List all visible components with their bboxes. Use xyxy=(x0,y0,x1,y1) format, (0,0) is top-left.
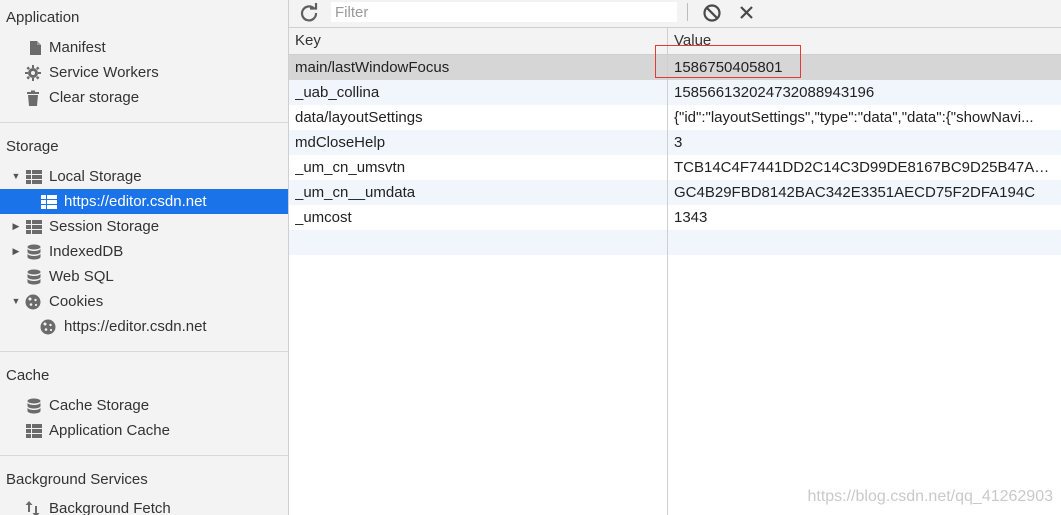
sidebar-item-session-storage[interactable]: ▶ Session Storage xyxy=(0,214,288,239)
cell-value[interactable]: {"id":"layoutSettings","type":"data","da… xyxy=(674,105,1054,130)
cell-key[interactable]: _um_cn__umdata xyxy=(295,180,661,205)
sidebar-item-label: https://editor.csdn.net xyxy=(64,318,207,335)
section-divider xyxy=(0,122,288,123)
sidebar-item-label: Cache Storage xyxy=(49,397,150,414)
sidebar-item-label: Cookies xyxy=(49,293,104,310)
grid-icon xyxy=(41,195,57,209)
sidebar-item-cookies[interactable]: ▼ Cookies xyxy=(0,289,288,314)
sidebar-item-service-workers[interactable]: Service Workers xyxy=(0,60,288,85)
toolbar-divider xyxy=(687,3,688,21)
delete-selected-icon[interactable] xyxy=(737,3,757,23)
table-row[interactable]: mdCloseHelp 3 xyxy=(289,130,1061,155)
cell-key[interactable]: _um_cn_umsvtn xyxy=(295,155,661,180)
refresh-icon[interactable] xyxy=(299,3,319,23)
section-heading-cache: Cache xyxy=(6,367,50,384)
sidebar-item-cookies-origin[interactable]: https://editor.csdn.net xyxy=(0,314,288,339)
sidebar-item-label: Service Workers xyxy=(49,64,159,81)
sidebar-item-label: Web SQL xyxy=(49,268,114,285)
cell-key[interactable]: mdCloseHelp xyxy=(295,130,661,155)
sidebar: Application Manifest Service Workers Cle… xyxy=(0,0,289,515)
document-icon xyxy=(30,41,41,55)
table-row[interactable]: _uab_collina 158566132024732088943196 xyxy=(289,80,1061,105)
sidebar-item-label: Manifest xyxy=(49,39,106,56)
cookie-icon xyxy=(25,294,41,310)
fetch-arrows-icon xyxy=(25,501,40,515)
sidebar-item-cache-storage[interactable]: Cache Storage xyxy=(0,393,288,418)
expand-arrow-right-icon[interactable]: ▶ xyxy=(11,239,21,264)
sidebar-item-label: Local Storage xyxy=(49,168,142,185)
cell-key[interactable]: _umcost xyxy=(295,205,661,230)
database-icon xyxy=(27,269,41,285)
table-row[interactable]: _umcost 1343 xyxy=(289,205,1061,230)
section-heading-background-services: Background Services xyxy=(6,471,148,488)
sidebar-item-manifest[interactable]: Manifest xyxy=(0,35,288,60)
sidebar-item-local-storage-origin[interactable]: https://editor.csdn.net xyxy=(0,189,288,214)
cookie-icon xyxy=(40,319,56,335)
cell-value[interactable]: GC4B29FBD8142BAC342E3351AECD75F2DFA194C xyxy=(674,180,1054,205)
cell-value[interactable]: 1343 xyxy=(674,205,1054,230)
sidebar-item-label: Session Storage xyxy=(49,218,160,235)
sidebar-item-clear-storage[interactable]: Clear storage xyxy=(0,85,288,110)
cell-value[interactable]: 3 xyxy=(674,130,1054,155)
sidebar-item-background-fetch[interactable]: Background Fetch xyxy=(0,496,288,515)
clear-all-icon[interactable] xyxy=(702,3,722,23)
cell-key[interactable]: _uab_collina xyxy=(295,80,661,105)
expand-arrow-down-icon[interactable]: ▼ xyxy=(11,289,21,314)
sidebar-item-label: IndexedDB xyxy=(49,243,124,260)
expand-arrow-down-icon[interactable]: ▼ xyxy=(11,164,21,189)
cell-key[interactable]: data/layoutSettings xyxy=(295,105,661,130)
expand-arrow-right-icon[interactable]: ▶ xyxy=(11,214,21,239)
table-row[interactable]: data/layoutSettings {"id":"layoutSetting… xyxy=(289,105,1061,130)
column-divider[interactable] xyxy=(667,28,668,515)
database-icon xyxy=(27,244,41,260)
grid-icon xyxy=(26,424,42,438)
table-row[interactable]: _um_cn__umdata GC4B29FBD8142BAC342E3351A… xyxy=(289,180,1061,205)
grid-icon xyxy=(26,220,42,234)
section-divider xyxy=(0,351,288,352)
filter-input[interactable] xyxy=(331,2,677,22)
section-heading-storage: Storage xyxy=(6,138,59,155)
storage-toolbar xyxy=(289,0,1061,28)
cell-value[interactable]: 158566132024732088943196 xyxy=(674,80,1054,105)
local-storage-table: Key Value main/lastWindowFocus 158675040… xyxy=(289,28,1061,515)
cell-value[interactable]: TCB14C4F7441DD2C14C3D99DE8167BC9D25B47AF… xyxy=(674,155,1054,180)
annotation-highlight-box xyxy=(655,45,801,78)
section-divider xyxy=(0,455,288,456)
cell-key[interactable]: main/lastWindowFocus xyxy=(295,55,661,80)
sidebar-item-application-cache[interactable]: Application Cache xyxy=(0,418,288,443)
sidebar-item-web-sql[interactable]: Web SQL xyxy=(0,264,288,289)
database-icon xyxy=(27,398,41,414)
table-row-empty[interactable] xyxy=(289,230,1061,255)
watermark: https://blog.csdn.net/qq_41262903 xyxy=(807,488,1053,505)
sidebar-item-indexeddb[interactable]: ▶ IndexedDB xyxy=(0,239,288,264)
trash-icon xyxy=(27,90,39,106)
gear-icon xyxy=(25,65,41,81)
column-header-key[interactable]: Key xyxy=(289,28,321,54)
section-heading-application: Application xyxy=(6,9,80,26)
table-row[interactable]: _um_cn_umsvtn TCB14C4F7441DD2C14C3D99DE8… xyxy=(289,155,1061,180)
sidebar-item-local-storage[interactable]: ▼ Local Storage xyxy=(0,164,288,189)
sidebar-item-label: Background Fetch xyxy=(49,500,171,515)
sidebar-item-label: Clear storage xyxy=(49,89,140,106)
sidebar-item-label: https://editor.csdn.net xyxy=(64,193,207,210)
grid-icon xyxy=(26,170,42,184)
sidebar-item-label: Application Cache xyxy=(49,422,170,439)
